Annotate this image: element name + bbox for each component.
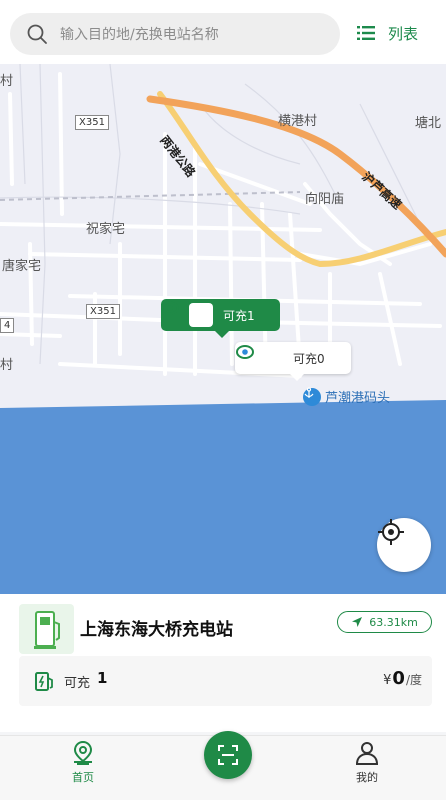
charger-status-icon [33,670,55,692]
locate-me-button[interactable] [377,518,431,572]
place-label: 横港村 [278,114,318,129]
poi-label: 芦潮港码头 [325,391,391,406]
road-tag: X351 [75,115,109,130]
price-currency: ¥ [383,673,392,688]
station-card[interactable]: 上海东海大桥充电站 63.31km 可充 1 ¥ 0 /度 [0,594,446,732]
place-label: 祝家宅 [86,222,126,237]
station-name[interactable]: 上海东海大桥充电站 [80,615,233,640]
distance-value: 63.31km [369,615,418,629]
marker-label: 可充0 [293,351,325,366]
list-icon [356,23,376,43]
available-count: 1 [97,669,108,687]
charger-logo-icon [236,345,287,370]
list-view-button[interactable]: 列表 [356,16,418,50]
top-bar: 输入目的地/充换电站名称 列表 [0,0,446,64]
charging-pile-icon [33,611,60,649]
available-label: 可充 [64,676,91,691]
price: ¥ 0 /度 [383,668,422,689]
place-label: 村 [0,74,14,89]
availability-row: 可充 1 ¥ 0 /度 [19,656,432,706]
navigate-distance-button[interactable]: 63.31km [337,611,432,633]
place-label: 塘北 [415,116,442,131]
marker-label: 可充1 [223,308,255,323]
price-unit: /度 [405,673,422,687]
map-view[interactable]: 村 村 横港村 塘北 向阳庙 祝家宅 唐家宅 X351 X351 4 两港公路 … [0,64,446,594]
tab-home-label: 首页 [72,771,94,784]
navigation-arrow-icon [351,616,363,628]
place-label: 向阳庙 [305,192,345,207]
price-value: 0 [392,668,405,689]
road-tag: 4 [0,318,15,333]
tab-mine[interactable]: 我的 [354,740,380,785]
sea-area [0,400,446,594]
crosshair-icon [378,519,404,545]
search-input[interactable]: 输入目的地/充换电站名称 [10,13,340,55]
station-marker-selected[interactable]: 可充1 [161,299,280,338]
poi-harbor[interactable]: 芦潮港码头 [303,387,390,406]
place-label: 唐家宅 [2,259,42,274]
tab-home[interactable]: 首页 [70,740,96,785]
anchor-icon [303,387,321,406]
station-marker[interactable]: 可充0 [235,342,351,381]
user-icon [354,740,380,766]
search-placeholder: 输入目的地/充换电站名称 [60,27,219,43]
scan-charge-button[interactable] [204,731,252,779]
list-view-label: 列表 [388,24,419,43]
tab-mine-label: 我的 [356,771,378,784]
station-thumbnail [19,604,74,654]
place-label: 村 [0,358,14,373]
road-tag: X351 [86,304,120,319]
charger-logo-icon [161,301,213,327]
location-pin-icon [70,740,96,766]
scan-icon [218,745,238,765]
search-icon [26,23,48,45]
